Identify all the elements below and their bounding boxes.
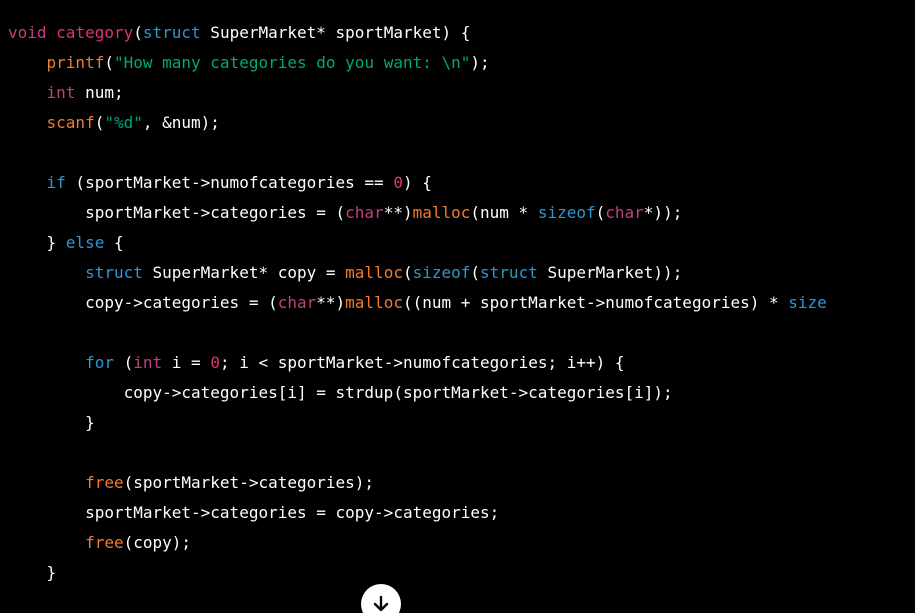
code-token: malloc [345, 293, 403, 312]
code-token: , &num); [142, 113, 220, 132]
code-line: free(sportMarket->categories); [8, 468, 827, 498]
code-line: free(copy); [8, 528, 827, 558]
code-line: copy->categories[i] = strdup(sportMarket… [8, 378, 827, 408]
code-token: for [85, 353, 114, 372]
code-line: } else { [8, 228, 827, 258]
code-line: sportMarket->categories = copy->categori… [8, 498, 827, 528]
code-token: ( [402, 263, 413, 282]
code-token: sportMarket->categories = ( [8, 203, 346, 222]
code-line: } [8, 558, 827, 588]
scroll-to-bottom-button[interactable] [361, 584, 401, 613]
arrow-down-icon [373, 595, 389, 612]
code-token: ( [470, 263, 481, 282]
code-line: struct SuperMarket* copy = malloc(sizeof… [8, 258, 827, 288]
code-token: **) [316, 293, 346, 312]
code-token: 0 [393, 173, 403, 192]
code-line: if (sportMarket->numofcategories == 0) { [8, 168, 827, 198]
code-line: printf("How many categories do you want:… [8, 48, 827, 78]
code-token: printf [46, 53, 105, 72]
code-token: copy->categories = ( [8, 293, 278, 312]
code-token: copy->categories[i] = strdup(sportMarket… [8, 383, 673, 402]
code-token: } [8, 413, 95, 432]
code-token: } [8, 563, 57, 582]
code-token: ( [595, 203, 606, 222]
code-token: ( [104, 53, 114, 72]
code-line: int num; [8, 78, 827, 108]
code-token: (sportMarket->numofcategories == [65, 173, 394, 192]
code-token: "How many categories do you want: \n" [113, 53, 471, 72]
code-token: (copy); [123, 533, 192, 552]
code-token: "%d" [104, 113, 143, 132]
code-token: ((num + sportMarket->numofcategories) * [402, 293, 789, 312]
code-token: category [56, 23, 134, 42]
code-token: malloc [345, 263, 403, 282]
code-token: ( [133, 23, 143, 42]
code-token: struct [480, 263, 538, 282]
code-line: scanf("%d", &num); [8, 108, 827, 138]
code-token: char [345, 203, 384, 222]
code-line: copy->categories = (char**)malloc((num +… [8, 288, 827, 318]
code-token: num; [75, 83, 124, 102]
code-token: char [605, 203, 644, 222]
code-line: } [8, 408, 827, 438]
code-token: SuperMarket* sportMarket) { [200, 23, 471, 42]
code-token: { [104, 233, 124, 252]
code-content: void category(struct SuperMarket* sportM… [8, 18, 827, 588]
code-block: void category(struct SuperMarket* sportM… [0, 0, 915, 613]
code-token: ( [94, 113, 105, 132]
code-token: int [133, 353, 163, 372]
code-token: struct [142, 23, 201, 42]
code-line: void category(struct SuperMarket* sportM… [8, 18, 827, 48]
code-token: scanf [46, 113, 95, 132]
code-line: for (int i = 0; i < sportMarket->numofca… [8, 348, 827, 378]
code-token: SuperMarket)); [537, 263, 683, 282]
code-token: 0 [210, 353, 220, 372]
code-token: if [46, 173, 66, 192]
code-token: ( [113, 353, 134, 372]
code-token: ; i < sportMarket->numofcategories; i++)… [219, 353, 625, 372]
code-token: } [8, 233, 66, 252]
code-token: sizeof [412, 263, 471, 282]
code-token: struct [85, 263, 143, 282]
code-token: free [85, 533, 124, 552]
code-token: void [8, 23, 47, 42]
code-line: sportMarket->categories = (char**)malloc… [8, 198, 827, 228]
code-token: free [85, 473, 124, 492]
code-token: malloc [412, 203, 471, 222]
code-token: i = [162, 353, 211, 372]
code-token: else [65, 233, 105, 252]
code-token: ); [470, 53, 490, 72]
code-token: ) { [402, 173, 432, 192]
code-token: size [788, 293, 827, 312]
code-token: *)); [643, 203, 683, 222]
code-token: int [46, 83, 76, 102]
code-token: char [277, 293, 317, 312]
code-token: (sportMarket->categories); [123, 473, 375, 492]
code-token: **) [383, 203, 413, 222]
code-token: (num * [470, 203, 538, 222]
code-token: sportMarket->categories = copy->categori… [8, 503, 500, 522]
code-token: SuperMarket* copy = [142, 263, 346, 282]
code-token: sizeof [537, 203, 596, 222]
